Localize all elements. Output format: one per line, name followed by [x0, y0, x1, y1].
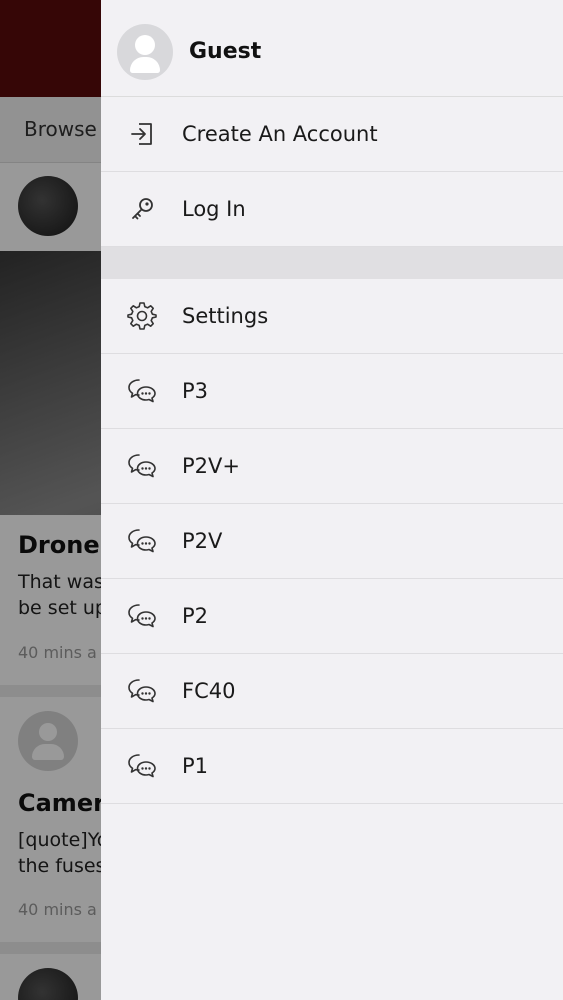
- chat-bubbles-icon: [128, 379, 156, 403]
- menu-item-forum-p3[interactable]: P3: [101, 354, 563, 429]
- menu-item-label: Settings: [182, 304, 269, 328]
- menu-item-create-account[interactable]: Create An Account: [101, 97, 563, 172]
- menu-item-forum-p2[interactable]: P2: [101, 579, 563, 654]
- key-icon: [132, 198, 153, 220]
- menu-item-label: P2V: [182, 529, 223, 553]
- user-avatar-icon: [117, 24, 173, 80]
- chat-bubbles-icon: [128, 679, 156, 703]
- chat-bubbles-icon: [128, 454, 156, 478]
- section-divider: [101, 247, 563, 279]
- menu-item-forum-p2v[interactable]: P2V: [101, 504, 563, 579]
- menu-item-label: Create An Account: [182, 122, 378, 146]
- menu-item-forum-p1[interactable]: P1: [101, 729, 563, 804]
- menu-item-label: P2V+: [182, 454, 240, 478]
- menu-item-forum-p2v-plus[interactable]: P2V+: [101, 429, 563, 504]
- menu-item-log-in[interactable]: Log In: [101, 172, 563, 247]
- menu-item-label: Log In: [182, 197, 246, 221]
- drawer-user-header[interactable]: Guest: [101, 0, 563, 97]
- menu-item-forum-fc40[interactable]: FC40: [101, 654, 563, 729]
- chat-bubbles-icon: [128, 604, 156, 628]
- menu-item-label: FC40: [182, 679, 236, 703]
- user-name: Guest: [189, 39, 262, 64]
- sign-in-icon: [131, 123, 152, 145]
- menu-item-label: P1: [182, 754, 209, 778]
- gear-icon: [127, 302, 157, 330]
- menu-item-settings[interactable]: Settings: [101, 279, 563, 354]
- chat-bubbles-icon: [128, 754, 156, 778]
- chat-bubbles-icon: [128, 529, 156, 553]
- menu-item-label: P3: [182, 379, 209, 403]
- navigation-drawer: Guest Create An Account Log In Settings …: [101, 0, 563, 1000]
- menu-item-label: P2: [182, 604, 209, 628]
